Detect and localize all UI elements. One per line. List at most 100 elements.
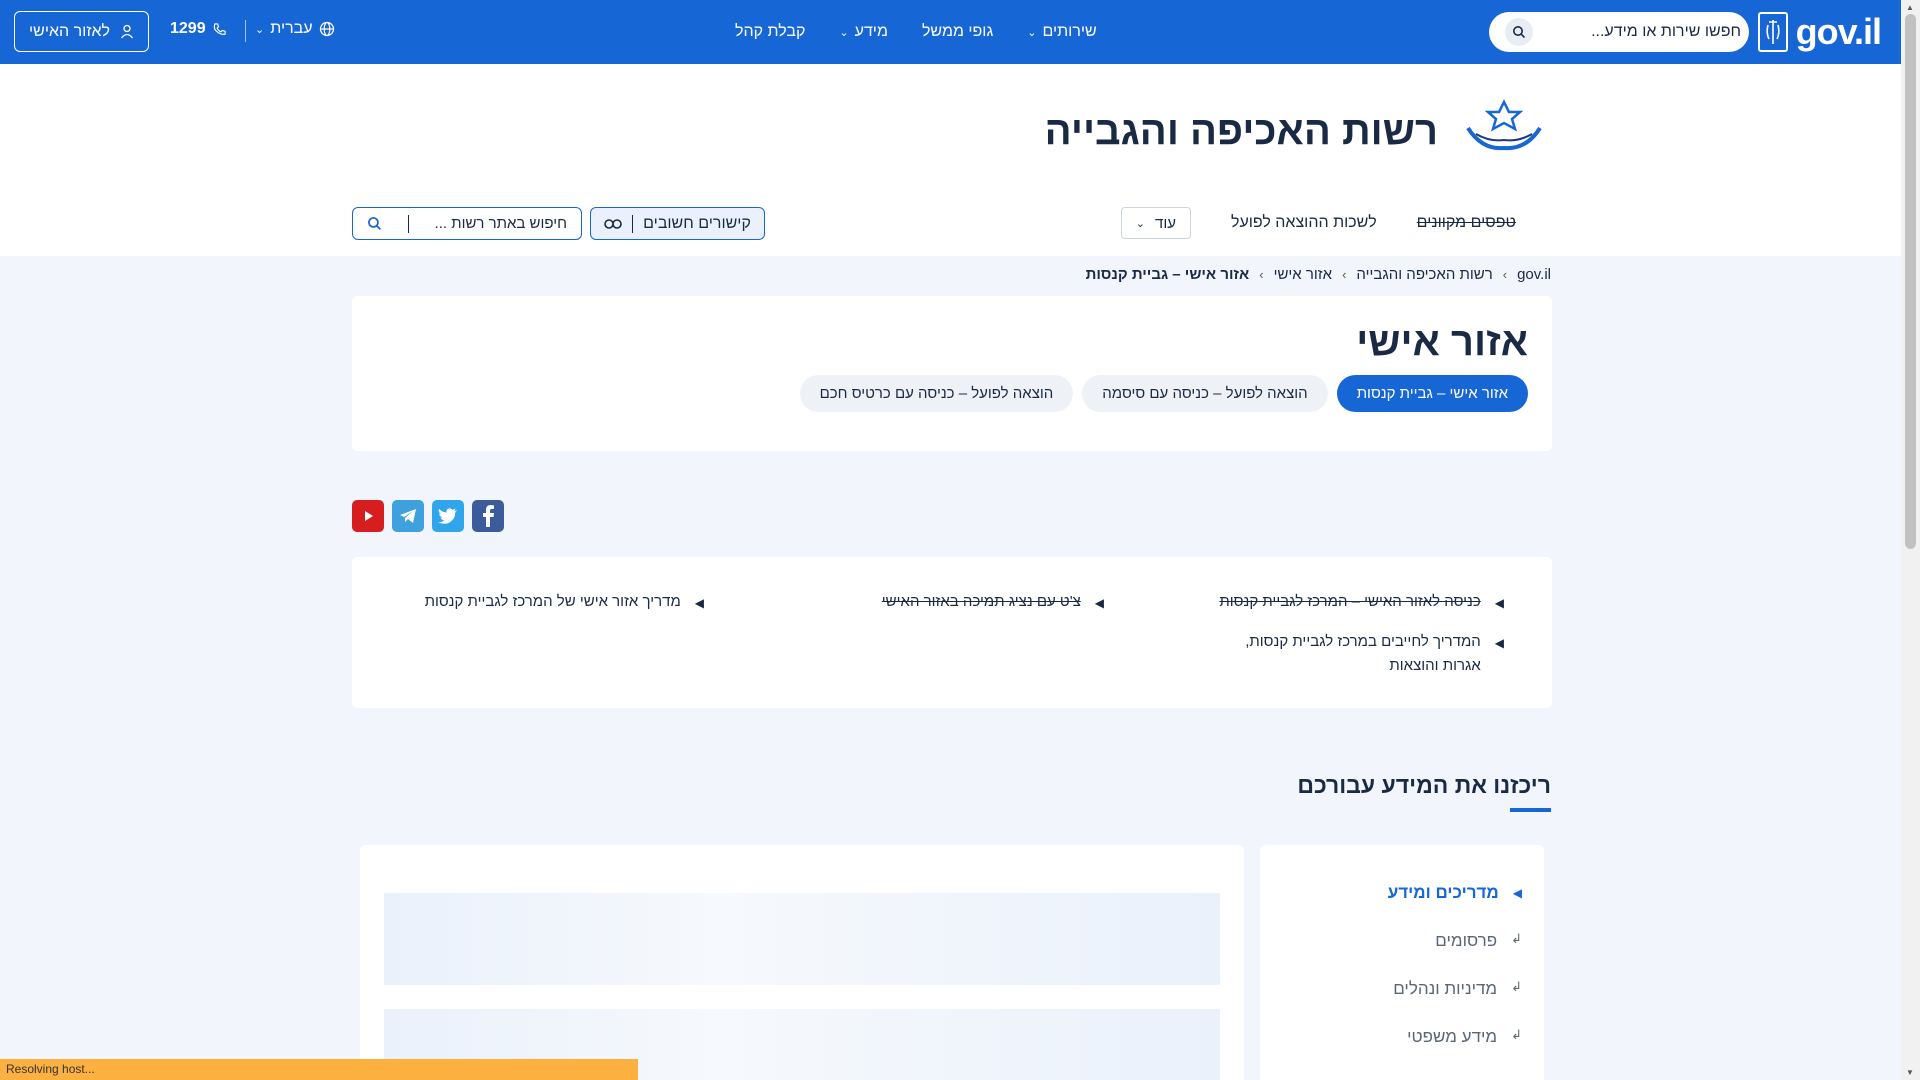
search-icon[interactable] <box>367 216 382 231</box>
nav-reception-label: קבלת קהל <box>735 23 806 40</box>
category-guides[interactable]: ◀ מדריכים ומידע <box>1388 883 1522 903</box>
link-icon <box>604 218 622 229</box>
important-links-label: קישורים חשובים <box>643 214 751 232</box>
phone-number: 1299 <box>170 20 206 37</box>
language-label: עברית <box>270 20 313 37</box>
caret-left-icon: ◀ <box>1512 886 1522 900</box>
caret-left-icon: ◀ <box>1494 596 1504 610</box>
info-content-panel <box>360 845 1244 1080</box>
quick-link[interactable]: ◀ כניסה לאזור האישי – המרכז לגביית קנסות <box>1219 590 1504 615</box>
browser-status-bar: Resolving host... <box>0 1059 638 1080</box>
twitter-icon[interactable] <box>432 500 464 532</box>
page: gov.il חפשו שירות או מידע... שירותים ⌄ גו… <box>0 0 1901 1080</box>
arrow-down-left-icon: ↲ <box>1511 979 1522 994</box>
section-title-underline <box>1510 808 1551 812</box>
org-header: רשות האכיפה והגבייה טפסים מקוונים לשכות … <box>0 64 1901 256</box>
nav-info-label: מידע <box>854 23 888 40</box>
personal-area-button[interactable]: לאזור האישי <box>14 11 149 52</box>
quick-link[interactable]: ◀ מדריך אזור אישי של המרכז לגביית קנסות <box>425 590 704 615</box>
important-links-button[interactable]: קישורים חשובים <box>590 207 765 240</box>
nav-gov-bodies-label: גופי ממשל <box>921 23 994 40</box>
category-policies[interactable]: ↲ מדיניות ונהלים <box>1393 979 1522 999</box>
breadcrumb-item[interactable]: gov.il <box>1517 266 1551 283</box>
caret-left-icon: ◀ <box>694 596 704 610</box>
category-label: מדריכים ומידע <box>1387 883 1499 902</box>
section-title: ריכזנו את המידע עבורכם <box>1297 772 1551 798</box>
quick-link-label: כניסה לאזור האישי – המרכז לגביית קנסות <box>1219 593 1481 610</box>
nav-services-label: שירותים <box>1042 23 1097 40</box>
site-search-input[interactable]: חיפוש באתר רשות ... <box>352 207 582 240</box>
phone-link[interactable]: 1299 <box>170 20 227 38</box>
telegram-icon[interactable] <box>392 500 424 532</box>
divider <box>245 20 246 42</box>
chevron-down-icon: ⌄ <box>1027 26 1037 39</box>
login-tabs: אזור אישי – גביית קנסות הוצאה לפועל – כנ… <box>799 375 1528 412</box>
category-publications[interactable]: ↲ פרסומים <box>1435 931 1522 951</box>
nav-reception[interactable]: קבלת קהל <box>735 23 805 41</box>
language-selector[interactable]: עברית ⌄ <box>255 20 335 38</box>
authority-logo-icon[interactable] <box>1462 98 1546 158</box>
more-dropdown[interactable]: עוד ⌄ <box>1120 207 1191 239</box>
caret-left-icon: ◀ <box>1494 636 1504 650</box>
site-search-placeholder: חיפוש באתר רשות ... <box>434 215 567 232</box>
chevron-down-icon: ⌄ <box>255 23 265 36</box>
gov-logo[interactable]: gov.il <box>1757 10 1882 54</box>
caret-left-icon: ◀ <box>1094 596 1104 610</box>
global-search-placeholder: חפשו שירות או מידע... <box>1591 23 1741 40</box>
quick-links-card: ◀ כניסה לאזור האישי – המרכז לגביית קנסות… <box>352 557 1552 708</box>
chevron-left-icon: › <box>1259 267 1264 282</box>
org-subnav: טפסים מקוונים לשכות ההוצאה לפועל עוד ⌄ <box>1120 207 1516 239</box>
facebook-icon[interactable] <box>472 500 504 532</box>
page-scrollbar[interactable]: ▲ ▼ <box>1901 0 1920 1080</box>
info-category-menu: ◀ מדריכים ומידע ↲ פרסומים ↲ מדיניות ונהל… <box>1260 845 1544 1080</box>
social-links <box>352 500 504 532</box>
phone-icon <box>213 22 226 35</box>
org-title[interactable]: רשות האכיפה והגבייה <box>1045 109 1438 154</box>
chevron-left-icon: › <box>1502 267 1508 282</box>
top-bar: gov.il חפשו שירות או מידע... שירותים ⌄ גו… <box>0 0 1901 64</box>
arrow-down-left-icon: ↲ <box>1511 1027 1522 1042</box>
chevron-left-icon: › <box>1342 267 1347 282</box>
nav-info[interactable]: מידע ⌄ <box>839 23 888 41</box>
loading-placeholder <box>384 893 1220 985</box>
quick-link-label: המדריך לחייבים במרכז לגביית קנסות, אגרות… <box>1245 633 1481 674</box>
arrow-down-left-icon: ↲ <box>1511 931 1522 946</box>
breadcrumb-item[interactable]: אזור אישי <box>1274 266 1333 283</box>
breadcrumb-current: אזור אישי – גביית קנסות <box>1085 266 1250 283</box>
chevron-down-icon: ⌄ <box>839 26 849 39</box>
tab-execution-smartcard[interactable]: הוצאה לפועל – כניסה עם כרטיס חכם <box>799 375 1074 412</box>
quick-link-label: צ'ט עם נציג תמיכה באזור האישי <box>881 593 1081 610</box>
page-title: אזור אישי <box>1356 320 1528 364</box>
category-label: פרסומים <box>1435 931 1498 950</box>
quick-link[interactable]: ◀ צ'ט עם נציג תמיכה באזור האישי <box>882 590 1104 615</box>
subnav-offices[interactable]: לשכות ההוצאה לפועל <box>1231 214 1377 232</box>
more-label: עוד <box>1155 214 1176 232</box>
user-icon <box>121 24 134 39</box>
scroll-up-icon[interactable]: ▲ <box>1906 3 1914 12</box>
category-legal-info[interactable]: ↲ מידע משפטי <box>1407 1027 1522 1047</box>
global-search-input[interactable]: חפשו שירות או מידע... <box>1489 12 1749 52</box>
breadcrumb-item[interactable]: רשות האכיפה והגבייה <box>1356 266 1492 283</box>
category-label: מידע משפטי <box>1407 1027 1498 1046</box>
category-label: מדיניות ונהלים <box>1393 979 1498 998</box>
search-icon[interactable] <box>1505 18 1533 46</box>
nav-services[interactable]: שירותים ⌄ <box>1027 23 1097 41</box>
title-card: אזור אישי אזור אישי – גביית קנסות הוצאה … <box>352 296 1552 451</box>
nav-gov-bodies[interactable]: גופי ממשל <box>922 23 993 41</box>
divider <box>632 214 634 233</box>
scroll-down-icon[interactable]: ▼ <box>1906 1068 1914 1077</box>
quick-link-label: מדריך אזור אישי של המרכז לגביית קנסות <box>424 593 681 610</box>
quick-link[interactable]: ◀ המדריך לחייבים במרכז לגביית קנסות, אגר… <box>1204 630 1504 678</box>
tab-fines-collection[interactable]: אזור אישי – גביית קנסות <box>1336 375 1528 412</box>
text-caret <box>407 214 409 233</box>
gov-logo-text: gov.il <box>1795 11 1882 52</box>
globe-icon <box>319 21 334 37</box>
breadcrumb: gov.il › רשות האכיפה והגבייה › אזור אישי… <box>1086 266 1551 283</box>
personal-area-label: לאזור האישי <box>28 22 111 40</box>
tab-execution-password[interactable]: הוצאה לפועל – כניסה עם סיסמה <box>1082 375 1328 412</box>
state-emblem-icon <box>1757 12 1788 52</box>
subnav-online-forms[interactable]: טפסים מקוונים <box>1417 214 1516 232</box>
main-nav: שירותים ⌄ גופי ממשל מידע ⌄ קבלת קהל <box>735 0 1097 64</box>
scrollbar-thumb[interactable] <box>1905 14 1916 549</box>
youtube-icon[interactable] <box>352 500 384 532</box>
